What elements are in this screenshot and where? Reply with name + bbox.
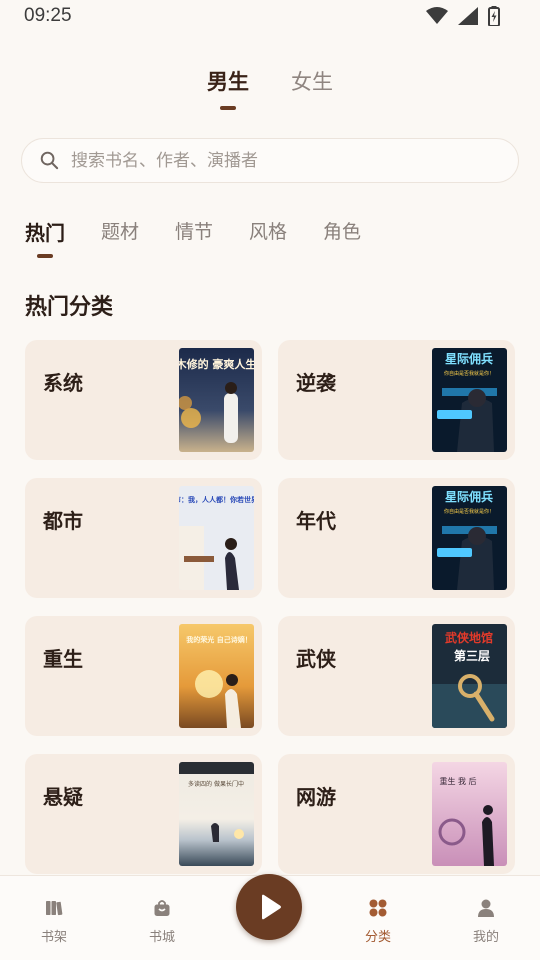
status-icons	[426, 6, 500, 26]
nav-label: 分类	[364, 930, 391, 945]
cover-subtitle: 第三层	[454, 648, 490, 663]
status-bar: 09:25	[0, 0, 540, 34]
nav-label: 书城	[148, 930, 175, 945]
tab-role[interactable]: 角色	[323, 217, 361, 246]
category-grid: 系统 木修的 豪爽人生 逆袭 星际佣兵 你自由是否我就是你！ 都市 ：我，人人都…	[25, 340, 515, 874]
search-bar[interactable]	[21, 138, 519, 183]
category-card-mystery[interactable]: 悬疑 多读四的 做果长门中	[25, 754, 262, 874]
cover-subtitle: 你自由是否我就是你！	[444, 370, 494, 377]
nav-category[interactable]: 分类	[324, 876, 432, 945]
category-card-online-game[interactable]: 网游 重生 我 后	[278, 754, 515, 874]
battery-icon	[488, 6, 500, 26]
cover-title: 我的荣光 自己诗嫡！	[186, 635, 251, 644]
cover-title: 重生 我 后	[439, 776, 476, 786]
nav-bookshelf[interactable]: 书架	[0, 876, 108, 945]
search-icon	[40, 151, 59, 170]
profile-icon	[478, 899, 494, 917]
cover-title: 多读四的 做果长门中	[188, 780, 244, 788]
category-label: 网游	[296, 785, 336, 809]
book-cover-image: 我的荣光 自己诗嫡！	[179, 624, 254, 728]
tab-style[interactable]: 风格	[249, 217, 287, 246]
wifi-icon	[426, 7, 448, 24]
category-card-system[interactable]: 系统 木修的 豪爽人生	[25, 340, 262, 460]
nav-profile[interactable]: 我的	[432, 876, 540, 945]
category-label: 武侠	[296, 647, 336, 671]
category-card-rebirth[interactable]: 重生 我的荣光 自己诗嫡！	[25, 616, 262, 736]
category-label: 重生	[43, 647, 83, 671]
book-cover-image: 星际佣兵 你自由是否我就是你！	[432, 348, 507, 452]
signal-icon	[458, 7, 478, 25]
cover-title: 星际佣兵	[445, 489, 493, 504]
nav-label: 我的	[472, 930, 499, 945]
status-time: 09:25	[24, 5, 72, 26]
play-icon	[262, 894, 281, 920]
category-dots-icon	[369, 899, 387, 917]
tab-female[interactable]: 女生	[291, 66, 333, 96]
category-card-martial-arts[interactable]: 武侠 武侠地馆 第三层	[278, 616, 515, 736]
cover-title: 都市：我，人人都！你若世界！	[179, 495, 254, 504]
tab-plot[interactable]: 情节	[175, 217, 213, 246]
category-card-urban[interactable]: 都市 都市：我，人人都！你若世界！	[25, 478, 262, 598]
cover-title: 武侠地馆	[445, 630, 493, 645]
nav-store[interactable]: 书城	[108, 876, 216, 945]
category-label: 年代	[296, 509, 336, 533]
cover-title: 星际佣兵	[445, 351, 493, 366]
book-cover-image: 木修的 豪爽人生	[179, 348, 254, 452]
cover-subtitle: 你自由是否我就是你！	[444, 508, 494, 515]
tab-hot[interactable]: 热门	[25, 217, 65, 258]
search-input[interactable]	[71, 150, 491, 171]
play-button[interactable]	[236, 874, 302, 940]
book-cover-image: 星际佣兵 你自由是否我就是你！	[432, 486, 507, 590]
category-card-era[interactable]: 年代 星际佣兵 你自由是否我就是你！	[278, 478, 515, 598]
category-card-counterattack[interactable]: 逆袭 星际佣兵 你自由是否我就是你！	[278, 340, 515, 460]
cover-title: 木修的 豪爽人生	[179, 357, 254, 371]
book-cover-image: 多读四的 做果长门中	[179, 762, 254, 866]
nav-label: 书架	[40, 930, 67, 945]
tab-male[interactable]: 男生	[207, 66, 249, 110]
category-tabs: 热门 题材 情节 风格 角色	[25, 217, 397, 258]
tab-theme[interactable]: 题材	[101, 217, 139, 246]
category-label: 系统	[43, 371, 83, 395]
store-bag-icon	[154, 900, 170, 916]
gender-tabs: 男生 女生	[0, 66, 540, 110]
book-cover-image: 武侠地馆 第三层	[432, 624, 507, 728]
bookshelf-icon	[46, 901, 63, 916]
section-title: 热门分类	[25, 295, 114, 320]
book-cover-image: 都市：我，人人都！你若世界！	[179, 486, 254, 590]
book-cover-image: 重生 我 后	[432, 762, 507, 866]
category-label: 都市	[43, 509, 83, 533]
category-label: 悬疑	[43, 785, 83, 809]
category-label: 逆袭	[296, 371, 336, 395]
